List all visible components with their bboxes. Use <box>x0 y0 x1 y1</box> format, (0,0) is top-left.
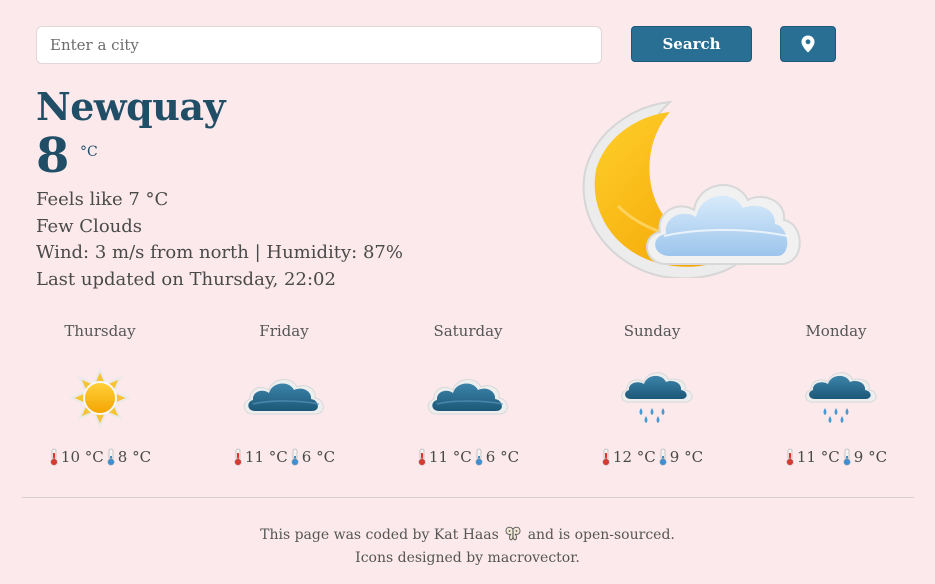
weather-description: Few Clouds <box>36 215 143 237</box>
current-location-button[interactable] <box>780 26 836 62</box>
thermometer-cold-icon <box>658 448 668 466</box>
forecast-temps: 10 °C 8 °C <box>8 448 192 466</box>
cloud-icon <box>239 366 329 430</box>
moon-cloud-icon <box>582 100 801 278</box>
weather-details: Feels like 7 °C Few Clouds Wind: 3 m/s f… <box>36 187 403 293</box>
forecast-min-temp: 8 °C <box>117 448 152 466</box>
forecast-day: Monday 11 °C 9 °C <box>744 318 928 466</box>
last-updated: Last updated on Thursday, 22:02 <box>36 268 336 290</box>
current-temperature: 8 <box>36 128 70 184</box>
temperature-unit: °C <box>80 144 98 160</box>
forecast-day: Friday 11 °C 6 °C <box>192 318 376 466</box>
forecast-max-temp: 11 °C <box>244 448 288 466</box>
thermometer-cold-icon <box>290 448 300 466</box>
forecast-day: Saturday 11 °C 6 °C <box>376 318 560 466</box>
wind-humidity: Wind: 3 m/s from north | Humidity: 87% <box>36 242 403 263</box>
forecast: Thursday 10 °C 8 °C Friday 11 °C 6 °C Sa… <box>8 318 928 468</box>
forecast-day-name: Monday <box>805 322 867 340</box>
forecast-min-temp: 9 °C <box>669 448 704 466</box>
city-search-input[interactable] <box>36 26 602 64</box>
icons-designer-link[interactable]: macrovector <box>488 550 576 566</box>
forecast-day: Sunday 12 °C 9 °C <box>560 318 744 466</box>
forecast-temps: 11 °C 6 °C <box>192 448 376 466</box>
thermometer-hot-icon <box>785 448 795 466</box>
thermometer-hot-icon <box>417 448 427 466</box>
rain-cloud-icon <box>607 366 697 430</box>
moth-icon <box>505 526 521 541</box>
footer-text: . <box>670 527 675 543</box>
rain-cloud-icon <box>791 366 881 430</box>
thermometer-hot-icon <box>233 448 243 466</box>
map-pin-icon <box>801 35 815 53</box>
author-link[interactable]: Kat Haas <box>434 527 499 543</box>
thermometer-hot-icon <box>49 448 59 466</box>
sun-icon <box>55 366 145 430</box>
forecast-day-name: Sunday <box>623 322 681 340</box>
forecast-day-name: Friday <box>259 322 309 340</box>
feels-like: Feels like 7 °C <box>36 189 169 210</box>
cloud-icon <box>423 366 513 430</box>
forecast-day-name: Saturday <box>433 322 503 340</box>
forecast-temps: 11 °C 6 °C <box>376 448 560 466</box>
forecast-max-temp: 11 °C <box>796 448 840 466</box>
forecast-max-temp: 12 °C <box>612 448 656 466</box>
search-button[interactable]: Search <box>631 26 752 62</box>
forecast-min-temp: 9 °C <box>853 448 888 466</box>
footer-divider <box>22 497 914 498</box>
forecast-day-name: Thursday <box>64 322 136 340</box>
forecast-min-temp: 6 °C <box>485 448 520 466</box>
city-name: Newquay <box>36 84 226 129</box>
footer-text: Icons designed by <box>355 550 484 566</box>
forecast-min-temp: 6 °C <box>301 448 336 466</box>
thermometer-cold-icon <box>474 448 484 466</box>
opensource-link[interactable]: open-sourced <box>575 527 671 543</box>
forecast-day: Thursday 10 °C 8 °C <box>8 318 192 466</box>
footer-text: and is <box>527 527 571 543</box>
forecast-temps: 11 °C 9 °C <box>744 448 928 466</box>
footer-text: . <box>575 550 580 566</box>
forecast-max-temp: 11 °C <box>428 448 472 466</box>
thermometer-cold-icon <box>842 448 852 466</box>
footer: This page was coded by Kat Haas and is o… <box>0 524 935 570</box>
footer-text: This page was coded by <box>260 527 430 543</box>
search-bar: Search <box>36 26 836 64</box>
thermometer-cold-icon <box>106 448 116 466</box>
forecast-temps: 12 °C 9 °C <box>560 448 744 466</box>
footer-credit-line: This page was coded by Kat Haas and is o… <box>0 524 935 547</box>
footer-icons-credit: Icons designed by macrovector. <box>0 547 935 570</box>
forecast-max-temp: 10 °C <box>60 448 104 466</box>
thermometer-hot-icon <box>601 448 611 466</box>
